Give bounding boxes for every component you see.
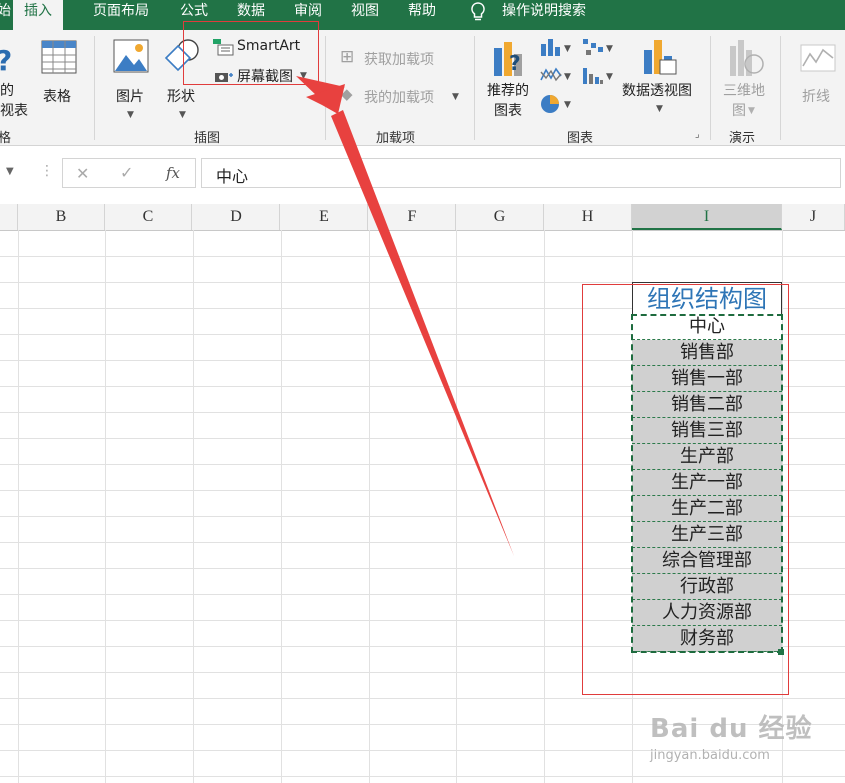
highlight-box-range <box>582 284 789 695</box>
divider <box>474 36 475 140</box>
chevron-down-icon: ▼ <box>606 72 613 82</box>
group-label-tours: 演示 <box>729 131 756 146</box>
chevron-down-icon: ▼ <box>452 92 459 102</box>
sparkline-line-icon <box>800 44 836 72</box>
pie-chart-icon <box>541 95 559 113</box>
tab-8[interactable]: 操作说明搜索 <box>502 0 586 30</box>
watermark: Bai du 经验 jingyan.baidu.com <box>650 708 840 778</box>
recommended-charts-button[interactable]: ? 推荐的 图表 <box>484 36 536 121</box>
column-header-partial[interactable] <box>0 204 18 230</box>
group-label-illustrations: 插图 <box>194 131 221 146</box>
statistic-chart-icon <box>583 68 603 84</box>
chevron-down-icon: ▼ <box>656 104 663 114</box>
column-chart-icon <box>541 39 560 56</box>
column-header-i[interactable]: I <box>632 204 782 230</box>
lightbulb-icon <box>470 2 486 26</box>
watermark-url: jingyan.baidu.com <box>650 748 770 763</box>
chevron-down-icon: ▼ <box>606 44 613 54</box>
pivotchart-icon <box>644 40 677 75</box>
chevron-down-icon: ▼ <box>564 44 571 54</box>
column-header-c[interactable]: C <box>105 204 192 230</box>
column-header-f[interactable]: F <box>369 204 456 230</box>
hierarchy-chart-button[interactable]: ▼ <box>582 38 616 58</box>
pictures-label: 图片 <box>116 89 144 105</box>
pivot-table-button[interactable]: ? 的 视表 <box>0 36 30 121</box>
chevron-down-icon: ▼ <box>127 110 134 120</box>
column-header-g[interactable]: G <box>456 204 544 230</box>
formula-input[interactable]: 中心 <box>201 158 841 188</box>
svg-text:?: ? <box>509 51 521 75</box>
chevron-down-icon: ▼ <box>564 72 571 82</box>
tab-6[interactable]: 视图 <box>351 0 379 30</box>
chevron-down-icon: ▼ <box>748 106 755 116</box>
worksheet-grid[interactable]: 组织结构图 中心 销售部 销售一部 销售二部 销售三部 生产部 生产一部 生产二部 生产三部 综合… <box>0 230 845 783</box>
column-header-d[interactable]: D <box>193 204 280 230</box>
watermark-brand: Bai du 经验 <box>650 714 813 744</box>
table-label: 表格 <box>43 89 71 105</box>
recommended-charts-label-2: 图表 <box>494 103 522 119</box>
group-label-charts: 图表 <box>567 131 594 146</box>
column-chart-button[interactable]: ▼ <box>540 38 574 58</box>
recommended-charts-label-1: 推荐的 <box>487 83 529 99</box>
ribbon-tab-bar: 始插入 页面布局 公式 数据 审阅 视图 帮助 操作说明搜索 <box>0 0 845 30</box>
formula-bar: ▼ ⋮ ✕ ✓ fx 中心 <box>0 152 845 194</box>
drag-handle-icon[interactable]: ⋮ <box>40 163 54 179</box>
line-chart-icon <box>540 67 562 82</box>
table-icon <box>41 40 77 74</box>
pivot-table-icon: ? <box>0 44 12 74</box>
divider <box>325 36 326 140</box>
chevron-down-icon: ▼ <box>179 110 186 120</box>
get-addins-button[interactable]: ⊞ 获取加载项 <box>340 47 455 70</box>
highlight-box-ribbon <box>183 21 319 85</box>
statistic-chart-button[interactable]: ▼ <box>582 66 616 86</box>
column-header-b[interactable]: B <box>18 204 105 230</box>
picture-icon <box>113 39 149 73</box>
line-chart-button[interactable]: ▼ <box>540 66 574 86</box>
group-label-addins: 加载项 <box>376 131 416 146</box>
3d-map-label-1: 三维地 <box>723 83 765 99</box>
formula-value: 中心 <box>216 167 249 186</box>
enter-icon[interactable]: ✓ <box>120 163 133 182</box>
sparkline-line-label: 折线 <box>802 89 830 105</box>
grid-plus-icon: ⊞ <box>340 47 355 67</box>
divider <box>94 36 95 140</box>
dialog-launcher-icon[interactable]: ⌟ <box>695 129 700 140</box>
3d-map-label-2: 图 <box>732 103 746 119</box>
tab-0[interactable]: 始 <box>0 0 11 30</box>
column-header-j[interactable]: J <box>782 204 845 230</box>
tab-1[interactable]: 插入 <box>13 0 63 30</box>
get-addins-label: 获取加载项 <box>364 52 434 68</box>
divider <box>710 36 711 140</box>
hierarchy-chart-icon <box>583 39 603 55</box>
pie-chart-button[interactable]: ▼ <box>540 94 574 114</box>
recommended-charts-icon: ? <box>494 42 522 76</box>
divider <box>780 36 781 140</box>
shapes-label: 形状 <box>167 89 195 105</box>
ribbon-panel: ? 的 视表 表格 图片 ▼ 形状 ▼ <box>0 21 845 146</box>
cancel-icon[interactable]: ✕ <box>76 164 89 183</box>
column-headers: BCDEFGHIJ <box>0 204 845 231</box>
column-header-e[interactable]: E <box>281 204 368 230</box>
group-label-tables: 格 <box>0 131 12 146</box>
svg-text:?: ? <box>0 44 12 74</box>
tab-7[interactable]: 帮助 <box>408 0 436 30</box>
pivotchart-button[interactable]: 数据透视图 ▼ <box>620 36 700 121</box>
pictures-button[interactable]: 图片 ▼ <box>108 36 154 121</box>
table-button[interactable]: 表格 <box>38 36 82 121</box>
name-box-dropdown-icon[interactable]: ▼ <box>6 166 14 177</box>
pivotchart-label: 数据透视图 <box>622 83 692 99</box>
puzzle-icon: ◆ <box>341 85 353 103</box>
my-addins-label: 我的加载项 <box>364 90 434 106</box>
3d-map-button[interactable]: 三维地 图 ▼ <box>718 36 774 121</box>
tab-2[interactable]: 页面布局 <box>93 0 149 30</box>
column-header-h[interactable]: H <box>544 204 632 230</box>
formula-buttons: ✕ ✓ fx <box>62 158 196 188</box>
pivot-table-label-1: 的 <box>0 83 14 99</box>
insert-function-icon[interactable]: fx <box>166 164 180 182</box>
chevron-down-icon: ▼ <box>564 100 571 110</box>
my-addins-button[interactable]: ◆ 我的加载项 ▼ <box>340 85 465 108</box>
globe-icon <box>730 40 764 76</box>
pivot-table-label-2: 视表 <box>0 103 28 119</box>
sparkline-line-button[interactable]: 折线 <box>796 36 841 121</box>
